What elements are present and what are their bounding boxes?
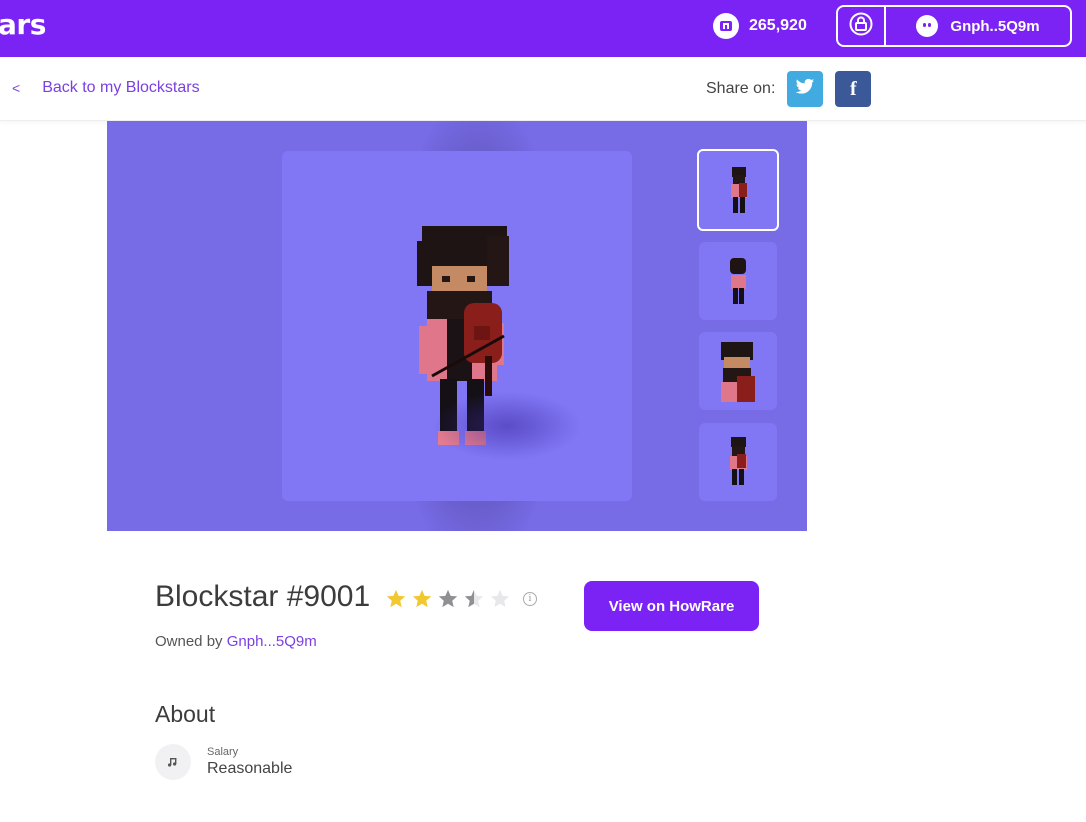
wallet-address-button[interactable]: Gnph..5Q9m [886, 7, 1070, 45]
star-full-icon [438, 589, 458, 608]
thumbnail-1[interactable] [697, 149, 779, 231]
owned-by-label: Owned by [155, 633, 223, 650]
wallet-widget: Gnph..5Q9m [836, 5, 1072, 47]
item-title: Blockstar #9001 [155, 580, 371, 613]
back-link[interactable]: < Back to my Blockstars [12, 79, 200, 97]
thumbnail-2[interactable] [699, 242, 777, 320]
image-gallery [107, 121, 807, 531]
main-image[interactable] [282, 151, 632, 501]
music-coin-icon [713, 13, 739, 39]
attribute-value: Reasonable [207, 760, 293, 777]
thumbnail-4[interactable] [699, 423, 777, 501]
sub-navigation: < Back to my Blockstars Share on: f [0, 57, 1086, 121]
info-icon[interactable]: i [523, 592, 537, 606]
star-full-icon [412, 589, 432, 608]
music-note-icon [155, 744, 191, 780]
owner-line: Owned by Gnph...5Q9m [155, 633, 317, 650]
view-on-howrare-button[interactable]: View on HowRare [584, 581, 759, 631]
attribute-label: Salary [207, 746, 239, 758]
facebook-icon: f [850, 77, 857, 100]
top-bar: ars 265,920 Gnph..5Q9m [0, 0, 1086, 57]
twitter-share-button[interactable] [787, 71, 824, 107]
star-half-icon [464, 589, 484, 608]
twitter-icon [795, 78, 815, 101]
thumbnail-image [721, 342, 755, 402]
rarity-rating: i [385, 588, 537, 610]
chevron-left-icon: < [12, 80, 21, 96]
thumbnail-image [731, 167, 747, 213]
wallet-address: Gnph..5Q9m [950, 17, 1040, 35]
share-group: Share on: f [706, 71, 883, 107]
share-label: Share on: [706, 80, 776, 97]
thumbnail-3[interactable] [699, 332, 777, 410]
lock-icon [849, 12, 873, 41]
phantom-wallet-icon [916, 15, 939, 37]
lock-button[interactable] [838, 7, 886, 45]
brand-logo[interactable]: ars [0, 8, 46, 41]
facebook-share-button[interactable]: f [835, 71, 872, 107]
star-full-icon [386, 589, 406, 608]
balance-display: 265,920 [713, 12, 807, 40]
thumbnail-image [730, 258, 746, 304]
thumbnail-image [730, 437, 747, 485]
balance-amount: 265,920 [749, 17, 807, 34]
owner-link[interactable]: Gnph...5Q9m [227, 633, 317, 650]
attribute-salary: Salary Reasonable [155, 744, 292, 780]
about-heading: About [155, 701, 216, 727]
back-link-label: Back to my Blockstars [42, 79, 200, 96]
star-empty-icon [490, 589, 510, 608]
